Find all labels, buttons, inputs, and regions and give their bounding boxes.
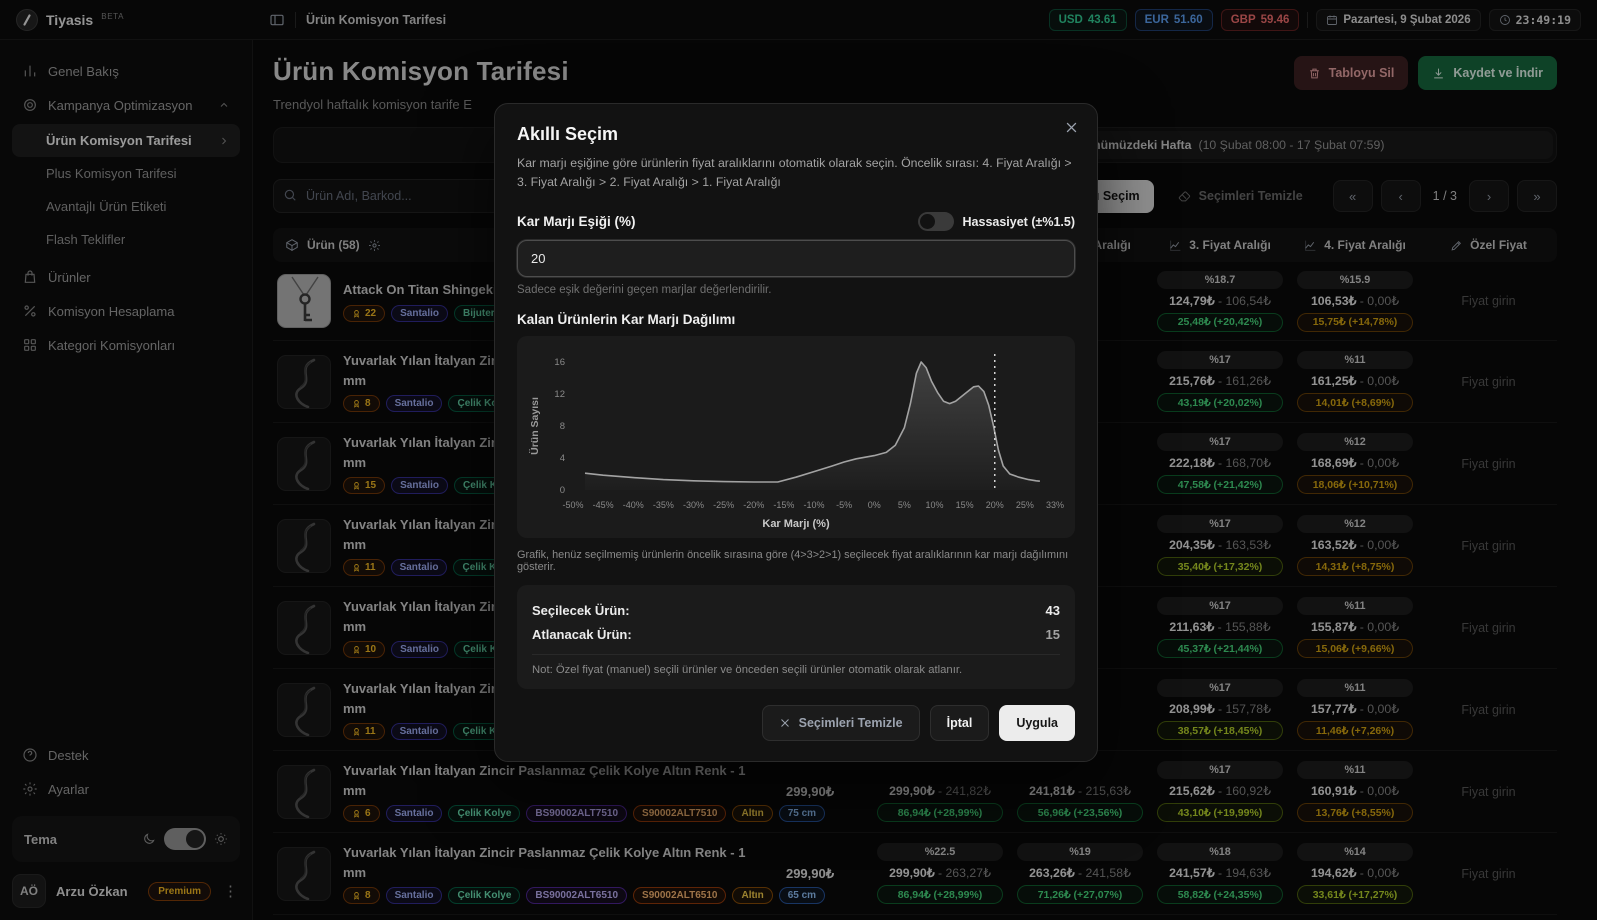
modal-title: Akıllı Seçim	[517, 124, 1075, 145]
summary-card: Seçilecek Ürün: 43 Atlanacak Ürün: 15 No…	[517, 585, 1075, 689]
svg-text:20%: 20%	[986, 500, 1004, 510]
close-icon[interactable]	[1064, 120, 1079, 135]
svg-text:12: 12	[554, 389, 565, 400]
threshold-input[interactable]	[517, 240, 1075, 277]
chart-x-axis-label: Kar Marjı (%)	[525, 518, 1067, 530]
svg-text:4: 4	[560, 453, 565, 464]
svg-text:16: 16	[554, 357, 565, 368]
selected-count-value: 43	[1046, 603, 1060, 618]
summary-note: Not: Özel fiyat (manuel) seçili ürünler …	[532, 664, 1060, 676]
sensitivity-toggle[interactable]	[918, 212, 954, 231]
svg-text:-5%: -5%	[836, 500, 852, 510]
sensitivity-label: Hassasiyet (±%1.5)	[963, 215, 1075, 229]
x-icon	[779, 717, 791, 729]
modal-description: Kar marjı eşiğine göre ürünlerin fiyat a…	[517, 154, 1075, 192]
svg-text:-30%: -30%	[683, 500, 704, 510]
svg-text:0%: 0%	[868, 500, 881, 510]
chart-section-title: Kalan Ürünlerin Kar Marjı Dağılımı	[517, 312, 1075, 327]
svg-text:-20%: -20%	[743, 500, 764, 510]
threshold-label: Kar Marjı Eşiği (%)	[517, 214, 636, 229]
skipped-count-value: 15	[1046, 627, 1060, 642]
svg-text:-15%: -15%	[773, 500, 794, 510]
svg-text:8: 8	[560, 421, 565, 432]
svg-text:-10%: -10%	[803, 500, 824, 510]
svg-text:10%: 10%	[925, 500, 943, 510]
smart-select-modal: Akıllı Seçim Kar marjı eşiğine göre ürün…	[494, 103, 1098, 762]
svg-text:5%: 5%	[898, 500, 911, 510]
svg-text:15%: 15%	[956, 500, 974, 510]
selected-count-label: Seçilecek Ürün:	[532, 603, 630, 618]
svg-text:25%: 25%	[1016, 500, 1034, 510]
modal-clear-selection-button[interactable]: Seçimleri Temizle	[762, 705, 920, 741]
cancel-button[interactable]: İptal	[930, 705, 990, 741]
threshold-helper: Sadece eşik değerini geçen marjlar değer…	[517, 284, 1075, 296]
svg-text:-50%: -50%	[562, 500, 583, 510]
margin-distribution-chart: 0481216-50%-45%-40%-35%-30%-25%-20%-15%-…	[517, 336, 1075, 538]
skipped-count-label: Atlanacak Ürün:	[532, 627, 632, 642]
chart-footnote: Grafik, henüz seçilmemiş ürünlerin öncel…	[517, 549, 1075, 573]
svg-text:33%: 33%	[1046, 500, 1064, 510]
svg-text:-45%: -45%	[593, 500, 614, 510]
apply-button[interactable]: Uygula	[999, 705, 1075, 741]
svg-text:Ürün Sayısı: Ürün Sayısı	[528, 397, 541, 455]
divider	[532, 654, 1060, 655]
svg-text:0: 0	[560, 485, 565, 496]
svg-text:-35%: -35%	[653, 500, 674, 510]
svg-text:-25%: -25%	[713, 500, 734, 510]
svg-text:-40%: -40%	[623, 500, 644, 510]
